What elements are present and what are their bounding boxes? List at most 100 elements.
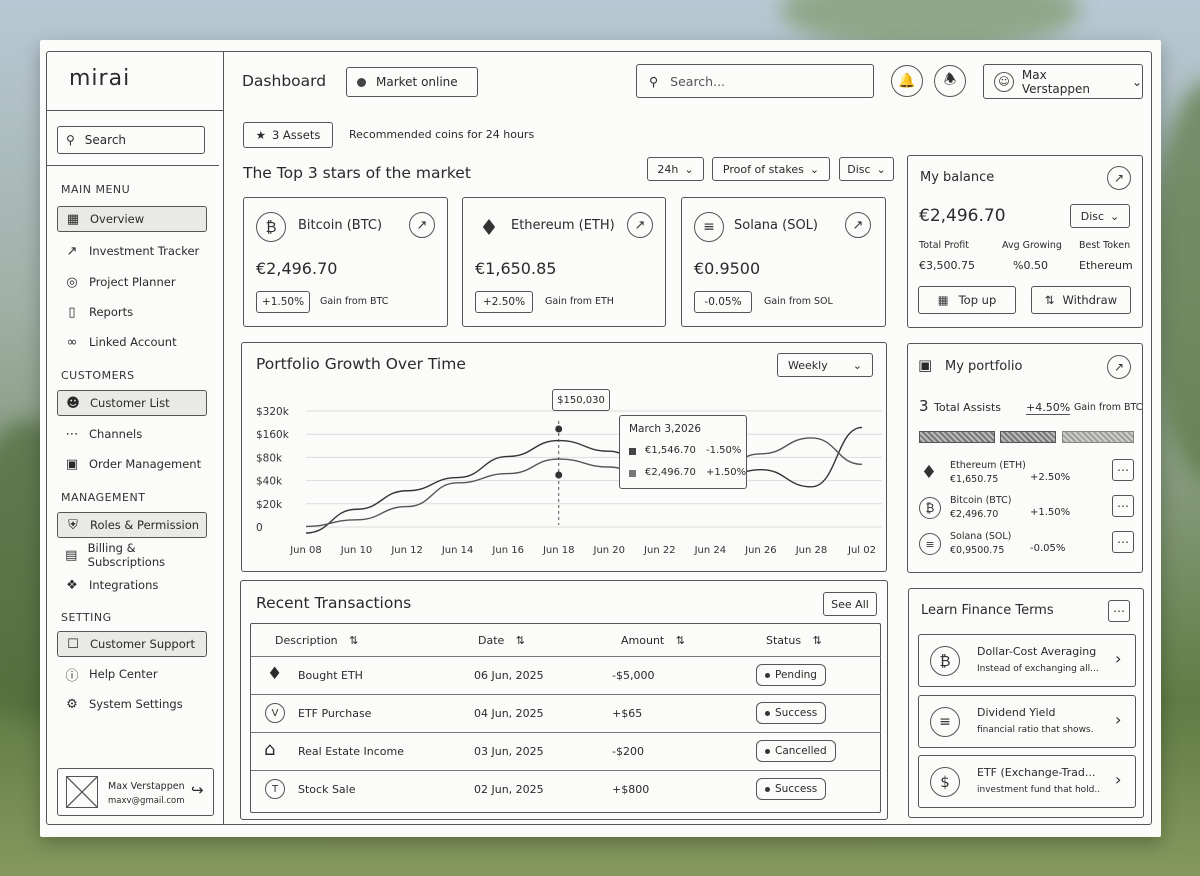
dots-icon: ⋯: [65, 426, 79, 442]
chevron-down-icon: ⌄: [1131, 74, 1142, 89]
see-all-button[interactable]: See All: [823, 592, 877, 616]
sidebar-item-help-center[interactable]: ⓘ Help Center: [57, 661, 207, 687]
card-icon: ▤: [65, 547, 78, 563]
status-badge: Cancelled: [756, 740, 836, 762]
user-menu[interactable]: ☺ Max Verstappen ⌄: [983, 64, 1143, 99]
coin-change-badge: +1.50%: [256, 291, 310, 313]
solana-icon: ≡: [919, 533, 941, 555]
coin-card-btc[interactable]: ₿ Bitcoin (BTC) ↗ €2,496.70 +1.50% Gain …: [243, 197, 448, 327]
hover-point: [555, 471, 563, 479]
sidebar-item-roles-permission[interactable]: ⛨ Roles & Permission: [57, 512, 207, 538]
sidebar-item-project-planner[interactable]: ◎ Project Planner: [57, 269, 207, 295]
transaction-amount: +$800: [612, 783, 650, 796]
search-icon: ⚲: [66, 133, 75, 147]
chevron-down-icon: ⌄: [684, 162, 694, 176]
sidebar-item-reports[interactable]: ▯ Reports: [57, 299, 207, 325]
filter-period[interactable]: 24h ⌄: [647, 157, 704, 181]
x-tick-label: Jul 02: [847, 545, 876, 556]
profile-email: maxv@gmail.com: [108, 796, 185, 806]
section-setting: SETTING: [61, 611, 112, 624]
x-tick-label: Jun 12: [390, 545, 423, 556]
table-row[interactable]: T Stock Sale 02 Jun, 2025 +$800 Success: [251, 770, 881, 808]
transaction-description: Bought ETH: [298, 669, 363, 682]
sidebar-item-order-management[interactable]: ▣ Order Management: [57, 451, 207, 477]
coin-card-sol[interactable]: ≡ Solana (SOL) ↗ €0.9500 -0.05% Gain fro…: [681, 197, 886, 327]
top-up-button[interactable]: ▦ Top up: [918, 286, 1016, 314]
coin-value: €0.9500: [694, 259, 761, 278]
sidebar-search-input[interactable]: ⚲ Search: [57, 126, 205, 154]
logout-icon[interactable]: ↪: [191, 781, 204, 799]
tooltip-value: €2,496.70: [645, 467, 696, 478]
x-tick-label: Jun 10: [340, 545, 373, 556]
x-tick-label: Jun 08: [289, 545, 322, 556]
term-card[interactable]: ₿ Dollar-Cost Averaging Instead of excha…: [918, 634, 1136, 687]
stat-label: Avg Growing: [1002, 240, 1062, 251]
notification-settings-icon[interactable]: 🕭: [934, 65, 966, 97]
transaction-date: 04 Jun, 2025: [474, 707, 544, 720]
profile-card[interactable]: Max Verstappen maxv@gmail.com ↪: [57, 768, 214, 816]
sidebar-item-integrations[interactable]: ❖ Integrations: [57, 572, 207, 598]
avatar: [66, 776, 98, 808]
sidebar-item-investment-tracker[interactable]: ↗ Investment Tracker: [57, 238, 207, 264]
withdraw-button[interactable]: ⇅ Withdraw: [1031, 286, 1131, 314]
table-row[interactable]: V ETF Purchase 04 Jun, 2025 +$65 Success: [251, 694, 881, 732]
solana-icon: ≡: [694, 212, 724, 242]
more-options-button[interactable]: ⋯: [1112, 459, 1134, 481]
arrow-up-right-icon[interactable]: ↗: [845, 212, 871, 238]
coin-change-note: Gain from BTC: [320, 296, 389, 307]
coin-name: Ethereum (ETH): [511, 218, 615, 233]
arrow-up-right-icon[interactable]: ↗: [409, 212, 435, 238]
learn-finance-terms: Learn Finance Terms ⋯ ₿ Dollar-Cost Aver…: [908, 588, 1144, 818]
sidebar-item-linked-account[interactable]: ∞ Linked Account: [57, 329, 207, 355]
sidebar-item-customer-support[interactable]: ☐ Customer Support: [57, 631, 207, 657]
hover-point: [555, 425, 563, 433]
x-tick-label: Jun 20: [593, 545, 626, 556]
tooltip-change: -1.50%: [706, 445, 742, 456]
chevron-right-icon: ›: [1115, 710, 1122, 729]
portfolio-item-value: €1,650.75: [950, 474, 999, 485]
search-input[interactable]: ⚲ Search...: [636, 64, 874, 98]
more-options-button[interactable]: ⋯: [1112, 495, 1134, 517]
ethereum-icon: ♦: [920, 461, 938, 483]
column-header-description[interactable]: Description ⇅: [275, 634, 358, 647]
chevron-right-icon: ›: [1115, 770, 1122, 789]
term-card[interactable]: $ ETF (Exchange-Trad... investment fund …: [918, 755, 1136, 808]
more-options-button[interactable]: ⋯: [1108, 600, 1130, 622]
status-badge: Success: [756, 778, 827, 800]
transaction-date: 06 Jun, 2025: [474, 669, 544, 682]
bitcoin-icon: ₿: [930, 646, 960, 676]
ethereum-icon: ♦: [267, 664, 283, 684]
table-row[interactable]: ⌂ Real Estate Income 03 Jun, 2025 -$200 …: [251, 732, 881, 770]
filter-sort[interactable]: Disc ⌄: [839, 157, 894, 181]
arrow-up-right-icon[interactable]: ↗: [1107, 355, 1131, 379]
portfolio-item-name: Ethereum (ETH): [950, 460, 1026, 471]
term-desc: Instead of exchanging all...: [977, 664, 1099, 674]
sidebar-item-customer-list[interactable]: ☻ Customer List: [57, 390, 207, 416]
portfolio-item-value: €2,496.70: [950, 509, 999, 520]
assets-badge[interactable]: ★ 3 Assets: [243, 122, 333, 148]
sidebar-item-billing-subscriptions[interactable]: ▤ Billing & Subscriptions: [57, 541, 207, 569]
peak-label: $150,030: [552, 389, 610, 411]
coin-card-eth[interactable]: ♦ Ethereum (ETH) ↗ €1,650.85 +2.50% Gain…: [462, 197, 666, 327]
filter-consensus[interactable]: Proof of stakes ⌄: [712, 157, 830, 181]
term-card[interactable]: ≡ Dividend Yield financial ratio that sh…: [918, 695, 1136, 748]
sidebar-item-channels[interactable]: ⋯ Channels: [57, 421, 207, 447]
column-header-amount[interactable]: Amount ⇅: [621, 634, 685, 647]
column-header-status[interactable]: Status ⇅: [766, 634, 822, 647]
bell-icon[interactable]: 🔔: [891, 65, 923, 97]
sidebar-item-system-settings[interactable]: ⚙ System Settings: [57, 691, 207, 717]
arrow-up-right-icon[interactable]: ↗: [627, 212, 653, 238]
app-logo[interactable]: mirai: [69, 66, 130, 91]
tooltip-value: €1,546.70: [645, 445, 696, 456]
arrow-up-right-icon[interactable]: ↗: [1107, 166, 1131, 190]
sidebar-item-overview[interactable]: ▦ Overview: [57, 206, 207, 232]
balance-title: My balance: [920, 170, 995, 185]
target-icon: ◎: [66, 274, 78, 290]
tooltip-date: March 3,2026: [629, 423, 702, 435]
currency-select[interactable]: Disc ⌄: [1070, 204, 1130, 228]
table-row[interactable]: ♦ Bought ETH 06 Jun, 2025 -$5,000 Pendin…: [251, 656, 881, 694]
coin-value: €2,496.70: [256, 259, 338, 278]
bar-chart-icon: ▯: [68, 304, 76, 320]
column-header-date[interactable]: Date ⇅: [478, 634, 525, 647]
more-options-button[interactable]: ⋯: [1112, 531, 1134, 553]
